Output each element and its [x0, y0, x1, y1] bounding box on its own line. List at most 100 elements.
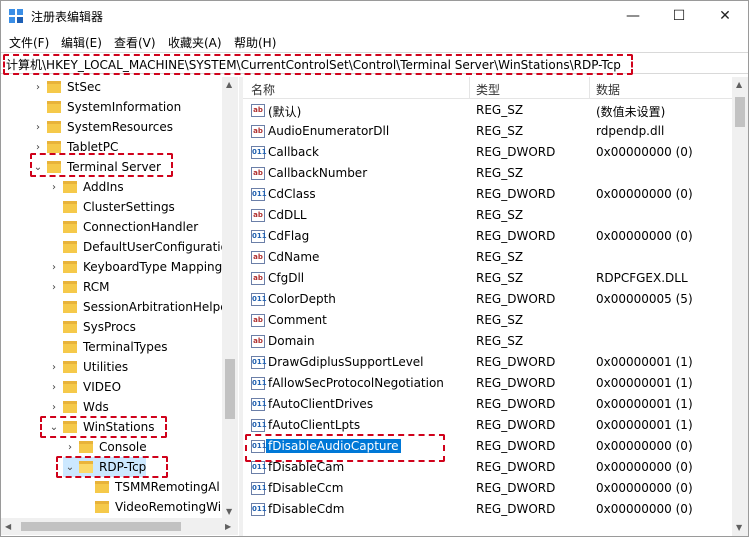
column-data[interactable]: 数据: [596, 81, 620, 98]
value-data: rdpendp.dll: [596, 124, 665, 138]
value-name: CdDLL: [268, 208, 307, 222]
binary-value-icon: 011: [251, 398, 267, 411]
values-vertical-scrollbar[interactable]: ▲ ▼: [732, 77, 748, 536]
value-row[interactable]: ab Comment REG_SZ: [243, 310, 732, 331]
tree-item[interactable]: › Wds: [47, 397, 109, 417]
tree-item[interactable]: ⌄ RDP-Tcp: [63, 457, 147, 477]
value-row[interactable]: ab CdDLL REG_SZ: [243, 205, 732, 226]
value-data: 0x00000001 (1): [596, 418, 693, 432]
value-row[interactable]: ab CallbackNumber REG_SZ: [243, 163, 732, 184]
value-data: 0x00000001 (1): [596, 376, 693, 390]
column-name[interactable]: 名称: [251, 81, 275, 98]
chevron-icon[interactable]: ⌄: [31, 162, 45, 173]
chevron-icon[interactable]: ›: [47, 282, 61, 293]
tree-item[interactable]: ClusterSettings: [47, 197, 175, 217]
tree-item[interactable]: › KeyboardType Mapping: [47, 257, 222, 277]
value-row[interactable]: ab CdName REG_SZ: [243, 247, 732, 268]
minimize-button[interactable]: —: [610, 1, 656, 31]
menu-edit[interactable]: 编辑(E): [61, 34, 102, 51]
tree-item[interactable]: DefaultUserConfiguratio: [47, 237, 228, 257]
tree-item[interactable]: SysProcs: [47, 317, 136, 337]
value-row[interactable]: 011 fDisableCdm REG_DWORD 0x00000000 (0): [243, 499, 732, 520]
maximize-button[interactable]: ☐: [656, 1, 702, 31]
tree-item[interactable]: TerminalTypes: [47, 337, 168, 357]
value-row[interactable]: 011 fAutoClientDrives REG_DWORD 0x00000001 …: [243, 394, 732, 415]
address-bar[interactable]: 计算机\HKEY_LOCAL_MACHINE\SYSTEM\CurrentCon…: [1, 52, 748, 75]
chevron-icon[interactable]: ›: [31, 82, 45, 93]
chevron-icon[interactable]: ⌄: [47, 422, 61, 433]
tree-item[interactable]: ConnectionHandler: [47, 217, 198, 237]
chevron-icon[interactable]: ›: [63, 442, 77, 453]
value-name: fDisableCam: [268, 460, 345, 474]
value-row[interactable]: 011 CdClass REG_DWORD 0x00000000 (0): [243, 184, 732, 205]
chevron-icon[interactable]: ›: [47, 382, 61, 393]
chevron-icon[interactable]: ⌄: [63, 462, 77, 473]
tree-item[interactable]: › VIDEO: [47, 377, 121, 397]
value-row[interactable]: 011 fAutoClientLpts REG_DWORD 0x00000001 (1…: [243, 415, 732, 436]
tree-item[interactable]: › AddIns: [47, 177, 124, 197]
chevron-icon[interactable]: ›: [47, 182, 61, 193]
tree-item[interactable]: ⌄ WinStations: [47, 417, 155, 437]
tree-item[interactable]: › StSec: [31, 77, 101, 97]
folder-icon: [63, 281, 77, 293]
value-type: REG_SZ: [476, 250, 524, 264]
folder-icon: [47, 101, 61, 113]
column-divider[interactable]: [589, 77, 590, 99]
value-row[interactable]: 011 fDisableCam REG_DWORD 0x00000000 (0): [243, 457, 732, 478]
value-row[interactable]: 011 fDisableCcm REG_DWORD 0x00000000 (0): [243, 478, 732, 499]
value-row[interactable]: ab CfgDll REG_SZ RDPCFGEX.DLL: [243, 268, 732, 289]
tree-item[interactable]: › Utilities: [47, 357, 128, 377]
value-row[interactable]: 011 fAllowSecProtocolNegotiation REG_DWORD…: [243, 373, 732, 394]
tree-item[interactable]: TSMMRemotingAl: [79, 477, 220, 497]
tree-horizontal-scrollbar[interactable]: ◀ ▶: [1, 518, 238, 535]
title-bar: 注册表编辑器 — ☐ ✕: [1, 1, 748, 31]
folder-icon: [79, 441, 93, 453]
folder-icon: [47, 81, 61, 93]
scroll-down-icon[interactable]: ▼: [736, 523, 742, 532]
chevron-icon[interactable]: ›: [31, 122, 45, 133]
scroll-left-icon[interactable]: ◀: [5, 522, 11, 531]
menu-help[interactable]: 帮助(H): [234, 34, 276, 51]
column-type[interactable]: 类型: [476, 81, 500, 98]
string-value-icon: ab: [251, 335, 265, 348]
tree-item[interactable]: SystemInformation: [31, 97, 181, 117]
value-row[interactable]: 011 CdFlag REG_DWORD 0x00000000 (0): [243, 226, 732, 247]
value-row[interactable]: 011 fDisableAudioCapture REG_DWORD 0x000000…: [243, 436, 732, 457]
scroll-up-icon[interactable]: ▲: [736, 80, 742, 89]
menu-favorites[interactable]: 收藏夹(A): [168, 34, 222, 51]
string-value-icon: ab: [251, 272, 265, 285]
chevron-icon[interactable]: ›: [47, 402, 61, 413]
tree-item[interactable]: › RCM: [47, 277, 109, 297]
tree-hscroll-thumb[interactable]: [21, 522, 181, 531]
tree-item-label: Utilities: [83, 360, 129, 374]
tree-item[interactable]: › SystemResources: [31, 117, 173, 137]
column-divider[interactable]: [469, 77, 470, 99]
scroll-up-icon[interactable]: ▲: [226, 80, 232, 89]
tree-item[interactable]: VideoRemotingWi: [79, 497, 221, 517]
scroll-down-icon[interactable]: ▼: [226, 507, 232, 516]
chevron-icon[interactable]: ›: [47, 262, 61, 273]
value-data: 0x00000000 (0): [596, 229, 693, 243]
menu-file[interactable]: 文件(F): [9, 34, 49, 51]
value-type: REG_SZ: [476, 166, 524, 180]
scroll-right-icon[interactable]: ▶: [225, 522, 231, 531]
value-row[interactable]: ab Domain REG_SZ: [243, 331, 732, 352]
value-row[interactable]: ab (默认) REG_SZ (数值未设置): [243, 100, 732, 121]
menu-view[interactable]: 查看(V): [114, 34, 156, 51]
value-data: 0x00000000 (0): [596, 145, 693, 159]
value-row[interactable]: 011 DrawGdiplusSupportLevel REG_DWORD 0x000…: [243, 352, 732, 373]
value-row[interactable]: 011 ColorDepth REG_DWORD 0x00000005 (5): [243, 289, 732, 310]
values-list: 名称 类型 数据 ab (默认) REG_SZ (数值未设置) ab AudioEnume…: [243, 77, 732, 536]
tree-item[interactable]: SessionArbitrationHelpe: [47, 297, 228, 317]
value-row[interactable]: ab AudioEnumeratorDll REG_SZ rdpendp.dll: [243, 121, 732, 142]
tree-item[interactable]: › TabletPC: [31, 137, 118, 157]
value-row[interactable]: 011 Callback REG_DWORD 0x00000000 (0): [243, 142, 732, 163]
tree-item[interactable]: › Console: [63, 437, 147, 457]
close-button[interactable]: ✕: [702, 1, 748, 31]
values-scroll-thumb[interactable]: [735, 97, 745, 127]
chevron-icon[interactable]: ›: [47, 362, 61, 373]
chevron-icon[interactable]: ›: [31, 142, 45, 153]
tree-item[interactable]: ⌄ Terminal Server: [31, 157, 161, 177]
tree-vertical-scrollbar[interactable]: ▲ ▼: [222, 77, 238, 518]
tree-scroll-thumb[interactable]: [225, 359, 235, 419]
